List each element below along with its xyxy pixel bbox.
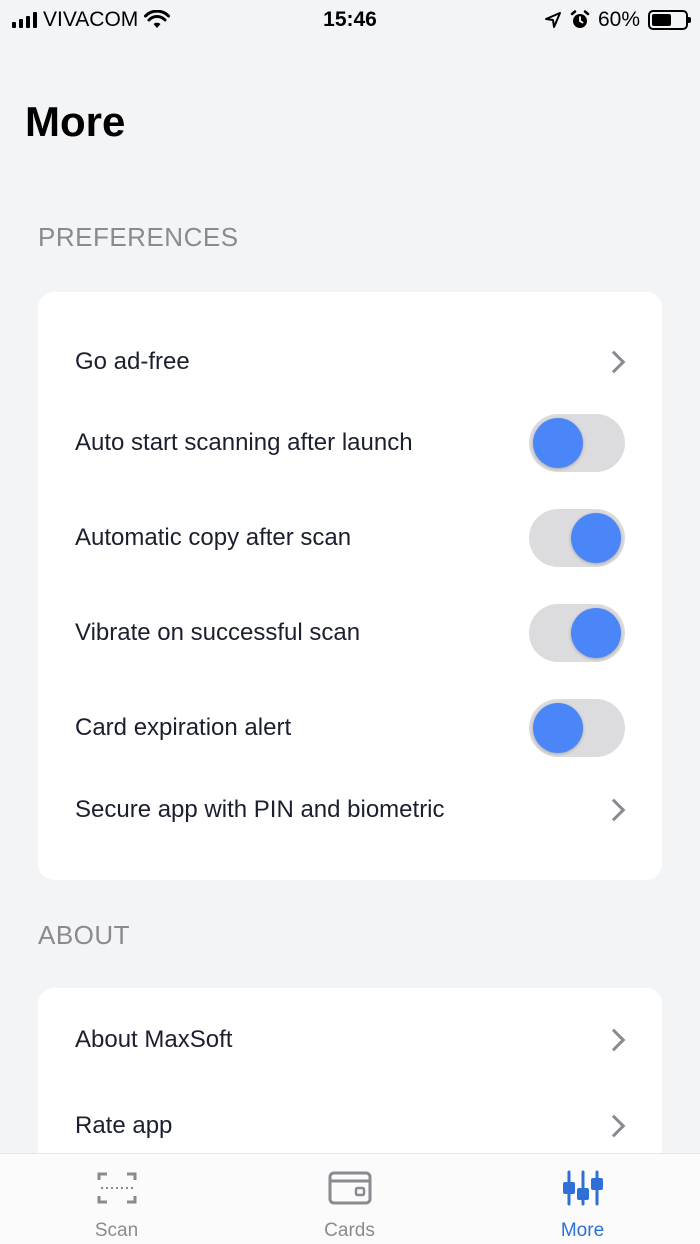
- tab-label: Scan: [94, 1220, 139, 1241]
- toggle-knob: [533, 703, 583, 753]
- wallet-icon: [328, 1171, 371, 1205]
- section-label-about: ABOUT: [38, 920, 131, 950]
- tab-label: Cards: [324, 1220, 375, 1241]
- auto-start-scanning-toggle[interactable]: [529, 414, 625, 472]
- row-label: Automatic copy after scan: [75, 524, 352, 551]
- sliders-icon: [562, 1170, 603, 1206]
- tab-cards[interactable]: Cards: [233, 1154, 466, 1244]
- row-go-ad-free[interactable]: Go ad-free: [38, 322, 662, 402]
- automatic-copy-toggle[interactable]: [529, 509, 625, 567]
- chevron-right-icon: [602, 350, 626, 374]
- page-title: More: [25, 98, 126, 145]
- tab-label: More: [560, 1220, 605, 1241]
- row-label: About MaxSoft: [75, 1026, 233, 1053]
- preferences-card: Go ad-free Auto start scanning after lau…: [38, 292, 662, 880]
- row-about-maxsoft[interactable]: About MaxSoft: [38, 1000, 662, 1080]
- alarm-clock-icon: [570, 10, 590, 28]
- row-label: Secure app with PIN and biometric: [75, 796, 445, 823]
- row-vibrate-on-scan: Vibrate on successful scan: [38, 593, 662, 673]
- chevron-right-icon: [602, 1028, 626, 1052]
- row-label: Go ad-free: [75, 348, 190, 375]
- location-arrow-icon: [544, 12, 561, 28]
- row-automatic-copy: Automatic copy after scan: [38, 498, 662, 578]
- chevron-right-icon: [602, 1114, 626, 1138]
- row-auto-start-scanning: Auto start scanning after launch: [38, 403, 662, 483]
- row-card-expiration-alert: Card expiration alert: [38, 688, 662, 768]
- section-label-preferences: PREFERENCES: [38, 222, 239, 252]
- row-label: Auto start scanning after launch: [75, 429, 413, 456]
- scan-frame-icon: [97, 1172, 136, 1204]
- card-expiration-toggle[interactable]: [529, 699, 625, 757]
- tab-bar: Scan Cards More: [0, 1153, 700, 1244]
- status-bar: VIVACOM 15:46 60%: [0, 0, 700, 40]
- battery-percent: 60%: [597, 8, 640, 31]
- row-secure-app[interactable]: Secure app with PIN and biometric: [38, 770, 662, 850]
- row-label: Vibrate on successful scan: [75, 619, 361, 646]
- row-label: Rate app: [75, 1112, 173, 1139]
- toggle-knob: [571, 608, 621, 658]
- chevron-right-icon: [602, 798, 626, 822]
- tab-scan[interactable]: Scan: [0, 1154, 233, 1244]
- tab-more[interactable]: More: [466, 1154, 699, 1244]
- status-right: 60%: [544, 8, 691, 32]
- battery-icon: [648, 10, 691, 30]
- row-label: Card expiration alert: [75, 714, 292, 741]
- vibrate-toggle[interactable]: [529, 604, 625, 662]
- toggle-knob: [533, 418, 583, 468]
- toggle-knob: [571, 513, 621, 563]
